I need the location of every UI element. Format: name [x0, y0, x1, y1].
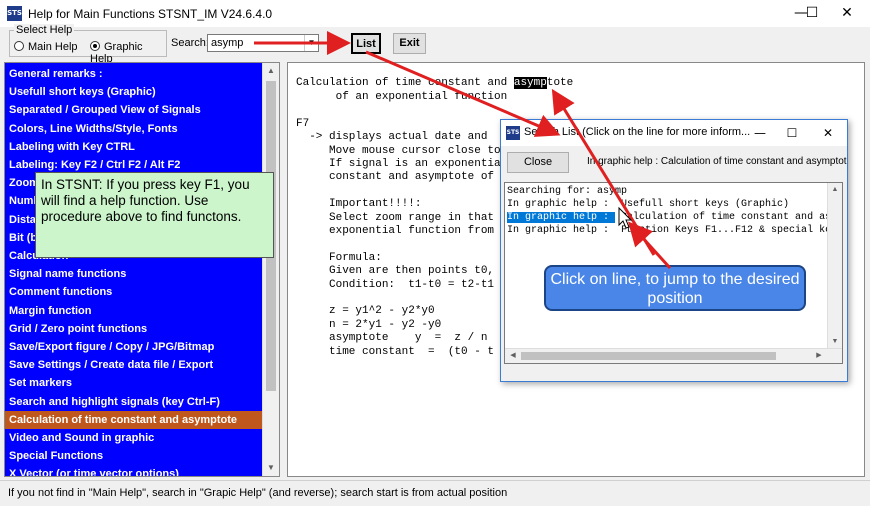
search-result-prefix: In graphic help :	[507, 212, 616, 223]
document-title-pre: Calculation of time constant and	[296, 77, 514, 89]
close-button[interactable]: Close	[507, 152, 569, 173]
radio-graphic-help-dot[interactable]	[90, 41, 100, 51]
document-title-post: tote	[546, 77, 574, 89]
jump-hint-bubble: Click on line, to jump to the desired po…	[544, 265, 806, 311]
status-bar: If you not find in "Main Help", search i…	[0, 480, 870, 506]
scroll-thumb[interactable]	[521, 352, 776, 360]
scroll-right-icon[interactable]: ▶	[812, 349, 826, 363]
results-vertical-scrollbar[interactable]: ▲ ▼	[827, 183, 842, 349]
select-help-legend: Select Help	[14, 24, 75, 36]
app-icon: STS	[7, 6, 22, 21]
document-line: Important!!!!:	[296, 198, 422, 211]
document-line: z = y1^2 - y2*y0	[296, 305, 435, 318]
search-label: Search:	[171, 37, 209, 49]
search-input-value: asymp	[211, 37, 244, 49]
document-line: asymptote y = z / n	[296, 332, 488, 345]
topic-item[interactable]: Colors, Line Widths/Style, Fonts	[5, 120, 264, 138]
scroll-down-icon[interactable]: ▼	[263, 460, 279, 476]
topic-item[interactable]: Set markers	[5, 374, 264, 392]
scroll-up-icon[interactable]: ▲	[263, 63, 279, 79]
document-line: exponential function from	[296, 225, 495, 237]
topic-item[interactable]: Special Functions	[5, 447, 264, 465]
search-result-row[interactable]: In graphic help : Function Keys F1...F12…	[507, 224, 843, 237]
radio-main-help-label: Main Help	[28, 41, 78, 53]
search-result-prefix: In graphic help :	[507, 199, 616, 210]
search-highlight: asymp	[513, 77, 547, 89]
search-result-prefix: In graphic help :	[507, 225, 616, 236]
dialog-minimize-button[interactable]: —	[743, 120, 777, 146]
f1-hint-callout: In STSNT: If you press key F1, you will …	[35, 172, 274, 258]
title-bar: STS Help for Main Functions STSNT_IM V24…	[0, 0, 870, 27]
document-line: Select zoom range in that	[296, 211, 495, 224]
results-horizontal-scrollbar[interactable]: ◀ ▶	[505, 348, 842, 363]
exit-button[interactable]: Exit	[393, 33, 426, 54]
toolbar: Select Help Main Help Graphic Help Searc…	[0, 24, 870, 65]
dialog-app-icon: STS	[506, 126, 520, 140]
document-line: Given are then points t0,	[296, 265, 495, 278]
document-line: Formula:	[296, 251, 382, 264]
scroll-down-icon[interactable]: ▼	[828, 335, 842, 349]
select-help-group: Select Help Main Help Graphic Help	[9, 24, 167, 65]
document-line: constant and asymptote of	[296, 171, 495, 184]
topic-item[interactable]: Separated / Grouped View of Signals	[5, 101, 264, 119]
status-text: If you not find in "Main Help", search i…	[8, 487, 508, 499]
radio-main-help-dot[interactable]	[14, 41, 24, 51]
topic-item[interactable]: General remarks :	[5, 65, 264, 83]
scroll-left-icon[interactable]: ◀	[506, 349, 520, 363]
topic-list-scrollbar[interactable]: ▲ ▼	[262, 63, 279, 476]
document-line: n = 2*y1 - y2 -y0	[296, 318, 442, 331]
document-line: If signal is an exponentia	[296, 158, 501, 170]
topic-list[interactable]: General remarks : Usefull short keys (Gra…	[4, 62, 280, 477]
document-line: F7	[296, 117, 310, 130]
document-line: time constant = (t0 - t	[296, 345, 495, 358]
topic-item[interactable]: Save/Export figure / Copy / JPG/Bitmap	[5, 338, 264, 356]
document-line: Move mouse cursor close to	[296, 144, 501, 157]
topic-item[interactable]: Comment functions	[5, 283, 264, 301]
document-line: -> displays actual date and	[296, 131, 488, 144]
search-list-dialog: STS Search List (Click on the line for m…	[500, 119, 848, 382]
topic-item[interactable]: Search and highlight signals (key Ctrl-F…	[5, 393, 264, 411]
dialog-title-bar: STS Search List (Click on the line for m…	[501, 120, 847, 146]
search-result-text: Usefull short keys (Graphic)	[615, 199, 790, 210]
chevron-down-icon[interactable]: ▼	[304, 35, 318, 51]
scroll-up-icon[interactable]: ▲	[828, 183, 842, 197]
document-line: Condition: t1-t0 = t2-t1	[296, 278, 495, 291]
dialog-title: Search List (Click on the line for more …	[524, 126, 751, 138]
topic-item[interactable]: Grid / Zero point functions	[5, 320, 264, 338]
dialog-current-topic: In graphic help : Calculation of time co…	[587, 156, 848, 167]
close-window-button[interactable]: ✕	[824, 0, 870, 27]
topic-item[interactable]: Calculation of time constant and asympto…	[5, 410, 264, 429]
search-result-text: Calculation of time constant and asym	[615, 212, 843, 223]
topic-item[interactable]: Video and Sound in graphic	[5, 429, 264, 447]
topic-item[interactable]: Signal name functions	[5, 265, 264, 283]
topic-item[interactable]: Margin function	[5, 302, 264, 320]
topic-item[interactable]: X Vector (or time vector options)	[5, 465, 264, 476]
search-result-row[interactable]: Searching for: asymp	[507, 185, 627, 198]
search-result-prefix: Searching for: asymp	[507, 186, 628, 197]
dialog-maximize-button[interactable]: ☐	[775, 120, 809, 146]
search-input[interactable]: asymp ▼	[207, 34, 319, 52]
topic-item[interactable]: Usefull short keys (Graphic)	[5, 83, 264, 101]
topic-item[interactable]: Labeling with Key CTRL	[5, 138, 264, 156]
search-result-text: Function Keys F1...F12 & special keys	[615, 225, 843, 236]
topic-item[interactable]: Save Settings / Create data file / Expor…	[5, 356, 264, 374]
window-title: Help for Main Functions STSNT_IM V24.6.4…	[28, 7, 273, 21]
search-result-row[interactable]: In graphic help : Calculation of time co…	[507, 211, 843, 224]
radio-main-help[interactable]: Main Help	[14, 41, 78, 53]
dialog-close-icon[interactable]: ✕	[811, 120, 845, 146]
document-title: Calculation of time constant and asympto…	[296, 77, 573, 89]
search-result-row[interactable]: In graphic help : Usefull short keys (Gr…	[507, 198, 789, 211]
list-button[interactable]: List	[351, 33, 381, 54]
document-line: of an exponential function	[296, 91, 508, 103]
